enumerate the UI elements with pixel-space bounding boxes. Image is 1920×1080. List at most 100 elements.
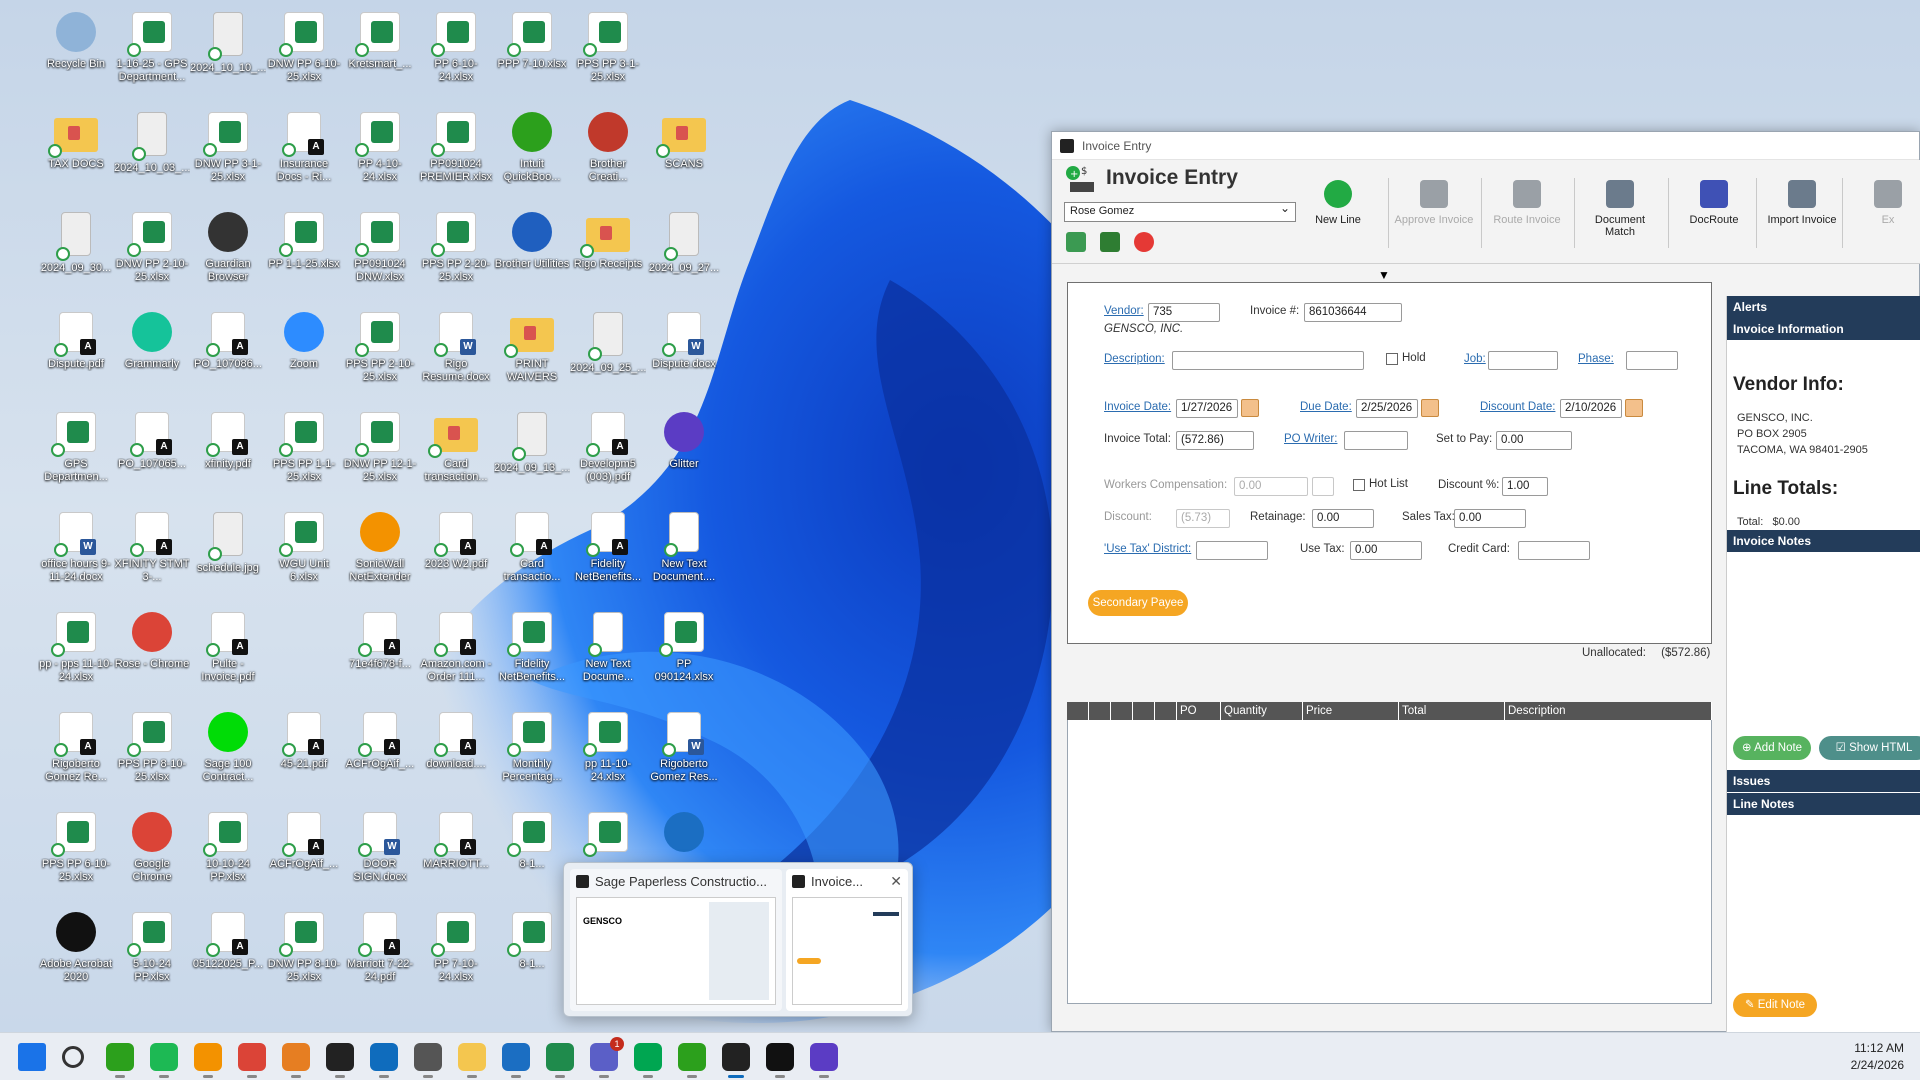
- grid-column-header[interactable]: Description: [1505, 702, 1712, 720]
- edit-note-button[interactable]: ✎ Edit Note: [1733, 993, 1817, 1017]
- invoice-information-header[interactable]: Invoice Information: [1727, 318, 1920, 340]
- outlook-icon[interactable]: [370, 1043, 398, 1071]
- desktop-icon[interactable]: 2024_09_27...: [646, 208, 722, 304]
- grid-column-header[interactable]: [1133, 702, 1155, 720]
- desktop-icon[interactable]: PPS PP 2-20-25.xlsx: [418, 208, 494, 304]
- discount-date-field[interactable]: 2/10/2026: [1560, 399, 1622, 418]
- ribbon-button-docroute[interactable]: DocRoute: [1674, 174, 1754, 246]
- desktop-icon[interactable]: ACFrOgAif_...: [266, 808, 342, 904]
- excel-icon[interactable]: [546, 1043, 574, 1071]
- search-icon[interactable]: [62, 1046, 84, 1068]
- desktop-icon[interactable]: Fidelity NetBenefits...: [494, 608, 570, 704]
- due-date-field[interactable]: 2/25/2026: [1356, 399, 1418, 418]
- retainage-field[interactable]: 0.00: [1312, 509, 1374, 528]
- grid-column-header[interactable]: [1067, 702, 1089, 720]
- description-field[interactable]: [1172, 351, 1364, 370]
- job-label[interactable]: Job:: [1464, 353, 1486, 365]
- acrobat-icon[interactable]: [766, 1043, 794, 1071]
- desktop-icon[interactable]: DNW PP 2-10-25.xlsx: [114, 208, 190, 304]
- calendar-icon[interactable]: [1241, 399, 1259, 417]
- desktop-icon[interactable]: PPS PP 1-1-25.xlsx: [266, 408, 342, 504]
- vendor-field[interactable]: 735: [1148, 303, 1220, 322]
- invoice-date-label[interactable]: Invoice Date:: [1104, 401, 1171, 413]
- calendar-icon[interactable]: [1625, 399, 1643, 417]
- desktop-icon[interactable]: Rigoberto Gomez Re...: [38, 708, 114, 804]
- po-writer-field[interactable]: [1344, 431, 1408, 450]
- invoice-number-field[interactable]: 861036644: [1304, 303, 1402, 322]
- desktop-icon[interactable]: Pulte - Invoice.pdf: [190, 608, 266, 704]
- thumbnail-sage-paperless[interactable]: Sage Paperless Constructio... GENSCO: [570, 869, 782, 1011]
- desktop-icon[interactable]: 2024_09_13_...: [494, 408, 570, 504]
- desktop-icon[interactable]: PPS PP 6-10-25.xlsx: [38, 808, 114, 904]
- remote-desktop-icon[interactable]: [502, 1043, 530, 1071]
- add-note-button[interactable]: ⊕ Add Note: [1733, 736, 1811, 760]
- ribbon-button-document-match[interactable]: Document Match: [1580, 174, 1660, 246]
- desktop-icon[interactable]: Google Chrome: [114, 808, 190, 904]
- desktop-icon[interactable]: Rigo Receipts: [570, 208, 646, 304]
- desktop-icon[interactable]: Adobe Acrobat 2020: [38, 908, 114, 1004]
- desktop-icon[interactable]: PP 4-10-24.xlsx: [342, 108, 418, 204]
- thumbnail-invoice-entry[interactable]: Invoice... ✕: [786, 869, 908, 1011]
- grid-column-header[interactable]: Total: [1399, 702, 1505, 720]
- start-icon[interactable]: [18, 1043, 46, 1071]
- calendar-icon[interactable]: [1421, 399, 1439, 417]
- save-icon[interactable]: [1066, 232, 1086, 252]
- close-icon[interactable]: ✕: [890, 873, 902, 890]
- desktop-icon[interactable]: Guardian Browser: [190, 208, 266, 304]
- desktop-icon[interactable]: Dispute.pdf: [38, 308, 114, 404]
- po-writer-label[interactable]: PO Writer:: [1284, 433, 1337, 445]
- desktop-icon[interactable]: XFINITY STMT 3-...: [114, 508, 190, 604]
- vendor-label[interactable]: Vendor:: [1104, 305, 1144, 317]
- desktop-icon[interactable]: xfinity.pdf: [190, 408, 266, 504]
- desktop-icon[interactable]: PPS PP 8-10-25.xlsx: [114, 708, 190, 804]
- show-html-toggle[interactable]: ☑ Show HTML: [1819, 736, 1920, 760]
- desktop-icon[interactable]: DNW PP 6-10-25.xlsx: [266, 8, 342, 104]
- desktop-icon[interactable]: MARRIOTT...: [418, 808, 494, 904]
- user-select[interactable]: Rose Gomez: [1064, 201, 1296, 222]
- desktop-icon[interactable]: PPP 7-10.xlsx: [494, 8, 570, 104]
- desktop-icon[interactable]: DNW PP 12-1-25.xlsx: [342, 408, 418, 504]
- desktop-icon[interactable]: Recycle Bin: [38, 8, 114, 104]
- desktop-icon[interactable]: PP091024 DNW.xlsx: [342, 208, 418, 304]
- desktop-icon[interactable]: Amazon.com - Order 111...: [418, 608, 494, 704]
- desktop-icon[interactable]: Zoom: [266, 308, 342, 404]
- grid-column-header[interactable]: [1111, 702, 1133, 720]
- quickbooks-2-icon[interactable]: [678, 1043, 706, 1071]
- desktop-icon[interactable]: PP 1-1-25.xlsx: [266, 208, 342, 304]
- desktop-icon[interactable]: PP 090124.xlsx: [646, 608, 722, 704]
- hot-list-checkbox[interactable]: [1353, 479, 1365, 491]
- desktop-icon[interactable]: Developm5 (003).pdf: [570, 408, 646, 504]
- desktop-icon[interactable]: Fidelity NetBenefits...: [570, 508, 646, 604]
- discount-date-label[interactable]: Discount Date:: [1480, 401, 1555, 413]
- issues-header[interactable]: Issues: [1727, 770, 1920, 792]
- desktop-icon[interactable]: 2024_09_30...: [38, 208, 114, 304]
- calculator-icon[interactable]: [414, 1043, 442, 1071]
- chrome-icon[interactable]: [238, 1043, 266, 1071]
- desktop-icon[interactable]: Rose - Chrome: [114, 608, 190, 704]
- desktop-icon[interactable]: PO_107086...: [190, 308, 266, 404]
- desktop-icon[interactable]: WGU Unit 6.xlsx: [266, 508, 342, 604]
- grid-column-header[interactable]: Price: [1303, 702, 1399, 720]
- desktop-icon[interactable]: pp 11-10-24.xlsx: [570, 708, 646, 804]
- desktop-icon[interactable]: DOOR SIGN.docx: [342, 808, 418, 904]
- desktop-icon[interactable]: Grammarly: [114, 308, 190, 404]
- use-tax-field[interactable]: 0.00: [1350, 541, 1422, 560]
- desktop-icon[interactable]: Card transaction...: [418, 408, 494, 504]
- phase-label[interactable]: Phase:: [1578, 353, 1614, 365]
- desktop-icon[interactable]: 45-21.pdf: [266, 708, 342, 804]
- desktop-icon[interactable]: New Text Document....: [646, 508, 722, 604]
- job-field[interactable]: [1488, 351, 1558, 370]
- new-line-dropdown-arrow[interactable]: ▼: [1378, 268, 1390, 282]
- alerts-header[interactable]: Alerts: [1727, 296, 1920, 318]
- desktop-icon[interactable]: TAX DOCS: [38, 108, 114, 204]
- desktop-icon[interactable]: PP091024 PREMIER.xlsx: [418, 108, 494, 204]
- invoice-notes-header[interactable]: Invoice Notes: [1727, 530, 1920, 552]
- system-clock[interactable]: 11:12 AM 2/24/2026: [1851, 1040, 1904, 1074]
- desktop-icon[interactable]: ACFrOgAif_...: [342, 708, 418, 804]
- description-label[interactable]: Description:: [1104, 353, 1165, 365]
- desktop-icon[interactable]: Insurance Docs - Ri...: [266, 108, 342, 204]
- add-invoice-icon[interactable]: [1100, 232, 1120, 252]
- grid-column-header[interactable]: [1155, 702, 1177, 720]
- desktop-icon[interactable]: Marriott 7-22-24.pdf: [342, 908, 418, 1004]
- ribbon-button-import-invoice[interactable]: Import Invoice: [1762, 174, 1842, 246]
